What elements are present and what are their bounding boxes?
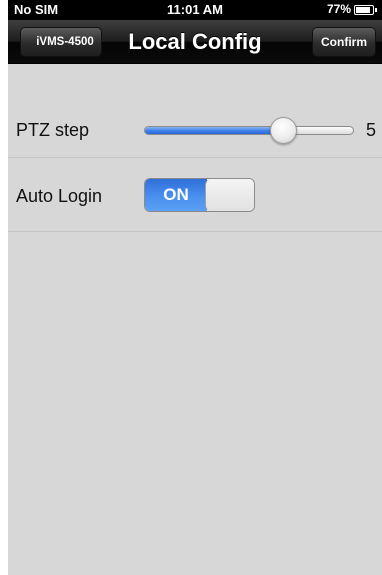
ptz-step-label: PTZ step: [16, 120, 90, 140]
navigation-bar: iVMS-4500 Local Config Confirm: [8, 20, 382, 64]
toggle-knob[interactable]: [205, 179, 254, 211]
app-screen: No SIM 11:01 AM 77% iVMS-4500 Local Conf…: [8, 0, 382, 575]
auto-login-toggle[interactable]: ON: [144, 178, 255, 212]
battery-level: [356, 7, 370, 13]
slider-fill: [145, 127, 285, 134]
clock-label: 11:01 AM: [167, 2, 223, 17]
ptz-step-row: PTZ step 5: [8, 92, 382, 158]
confirm-button[interactable]: Confirm: [312, 27, 376, 57]
slider-thumb[interactable]: [270, 117, 298, 144]
battery-icon: [354, 5, 377, 15]
auto-login-row: Auto Login ON: [8, 158, 382, 232]
ptz-step-value: 5: [365, 120, 376, 140]
ptz-step-slider[interactable]: [144, 117, 354, 144]
status-bar: No SIM 11:01 AM 77%: [8, 0, 382, 20]
battery-percent: 77%: [326, 2, 351, 16]
auto-login-label: Auto Login: [16, 186, 103, 206]
toggle-on-label: ON: [145, 179, 207, 211]
